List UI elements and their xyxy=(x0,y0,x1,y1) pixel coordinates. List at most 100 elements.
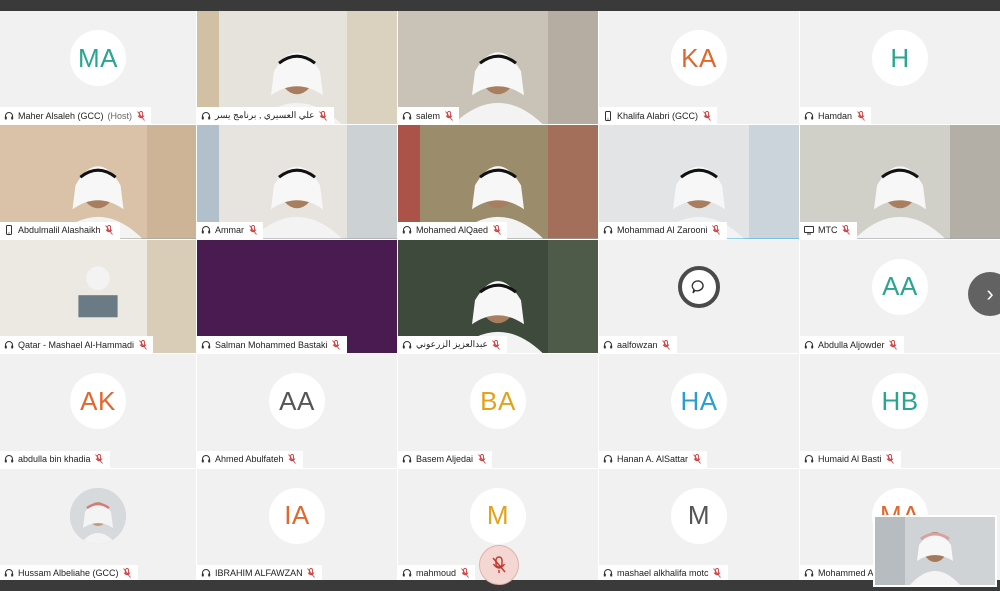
participant-name-label: Ahmed Abulfateh xyxy=(197,450,303,468)
participant-tile[interactable]: H Hamdan xyxy=(800,11,1000,125)
mic-muted-icon xyxy=(702,110,711,121)
headset-icon xyxy=(4,454,14,464)
headset-icon xyxy=(804,568,814,578)
headset-icon xyxy=(4,568,14,578)
mic-muted-icon xyxy=(492,225,501,236)
participant-tile[interactable]: MA Maher Alsaleh (GCC) (Host) xyxy=(0,11,196,125)
avatar-initials: KA xyxy=(671,30,727,86)
participant-name: Abdulmalil Alashaikh xyxy=(18,225,101,236)
participant-name: aalfowzan xyxy=(617,339,658,350)
participant-name: mahmoud xyxy=(416,568,457,579)
participant-tile[interactable]: HA Hanan A. AlSattar xyxy=(599,354,799,468)
mic-muted-icon xyxy=(136,110,145,121)
mic-muted-icon xyxy=(713,568,722,579)
participant-name-label: عبدالعزيز الزرعوني xyxy=(398,336,507,354)
headset-icon xyxy=(603,225,613,235)
participant-name-label: Humaid Al Basti xyxy=(800,450,901,468)
participant-tile[interactable]: Qatar - Mashael Al-Hammadi xyxy=(0,239,196,354)
mute-toggle-button[interactable] xyxy=(479,545,519,585)
participant-tile[interactable]: AK abdulla bin khadia xyxy=(0,354,196,468)
participant-tile[interactable]: HB Humaid Al Basti xyxy=(800,354,1000,468)
participant-name: salem xyxy=(416,110,441,121)
avatar-initials: IA xyxy=(269,487,325,544)
phone-icon xyxy=(4,225,14,236)
participant-tile[interactable]: Salman Mohammed Bastaki xyxy=(197,239,397,354)
participant-name-label: aalfowzan xyxy=(599,336,677,354)
mic-muted-icon xyxy=(123,568,132,579)
participant-name-label: Hamdan xyxy=(800,107,872,125)
mic-muted-icon xyxy=(889,339,898,350)
headset-icon xyxy=(402,111,412,121)
chevron-right-icon: › xyxy=(986,281,994,306)
avatar-initials: MA xyxy=(70,30,126,86)
participant-name-label: salem xyxy=(398,107,460,125)
participant-tile[interactable]: BA Basem Aljedai xyxy=(398,354,598,468)
self-view-scene xyxy=(875,517,995,585)
headset-icon xyxy=(603,568,613,578)
participant-name: IBRAHIM ALFAWZAN xyxy=(215,568,303,579)
participant-tile[interactable]: Mohamed AlQaed xyxy=(398,125,598,239)
participant-name: mashael alkhalifa motc xyxy=(617,568,709,579)
participant-tile[interactable]: عبدالعزيز الزرعوني xyxy=(398,239,598,354)
participant-tile[interactable]: Mohammad Al Zarooni xyxy=(599,125,799,239)
participant-name: Salman Mohammed Bastaki xyxy=(215,339,328,350)
participant-tile[interactable]: MTC xyxy=(800,125,1000,239)
participant-grid: MA Maher Alsaleh (GCC) (Host) علي العسيري ,… xyxy=(0,11,1000,582)
monitor-icon xyxy=(804,225,814,235)
participant-name-label: Hanan A. AlSattar xyxy=(599,450,708,468)
participant-tile[interactable]: Ammar xyxy=(197,125,397,239)
mic-muted-icon xyxy=(492,339,501,350)
participant-tile[interactable]: Hussam Albeliahe (GCC) xyxy=(0,468,196,582)
avatar-initials: BA xyxy=(470,373,526,430)
participant-tile[interactable]: Mmashael alkhalifa motc xyxy=(599,468,799,582)
participant-name: Abdulla Aljowder xyxy=(818,339,885,350)
mic-muted-icon xyxy=(662,339,671,350)
participant-name: Mohammed A xyxy=(818,568,874,579)
participant-name: Mohamed AlQaed xyxy=(416,225,489,236)
mic-muted-icon xyxy=(842,225,851,236)
host-badge: (Host) xyxy=(107,110,133,121)
headset-icon xyxy=(201,454,211,464)
participant-name: Ammar xyxy=(215,225,244,236)
participant-tile[interactable]: aalfowzan xyxy=(599,239,799,354)
participant-name-label: Qatar - Mashael Al-Hammadi xyxy=(0,336,154,354)
participant-name: MTC xyxy=(818,225,838,236)
mic-muted-icon xyxy=(712,225,721,236)
mic-muted-icon xyxy=(856,110,865,121)
participant-tile[interactable]: salem xyxy=(398,11,598,125)
mic-off-icon xyxy=(492,556,506,573)
headset-icon xyxy=(402,454,412,464)
speech-bubble-icon xyxy=(678,265,720,308)
avatar-initials: AK xyxy=(70,373,126,430)
self-view-video[interactable] xyxy=(873,515,997,587)
participant-name-label: Khalifa Alabri (GCC) xyxy=(599,107,718,125)
headset-icon xyxy=(402,340,412,350)
headset-icon xyxy=(804,111,814,121)
headset-icon xyxy=(201,568,211,578)
mic-muted-icon xyxy=(248,225,257,236)
participant-name-label: Abdulla Aljowder xyxy=(800,336,904,354)
mic-muted-icon xyxy=(692,454,701,464)
avatar-initials: M xyxy=(671,487,727,544)
participant-name-label: Salman Mohammed Bastaki xyxy=(197,336,347,354)
participant-tile[interactable]: Abdulmalil Alashaikh xyxy=(0,125,196,239)
avatar-initials: HA xyxy=(671,373,727,430)
participant-tile[interactable]: علي العسيري , برنامج يسر xyxy=(197,11,397,125)
participant-tile[interactable]: IA IBRAHIM ALFAWZAN xyxy=(197,468,397,582)
participant-tile[interactable]: KA Khalifa Alabri (GCC) xyxy=(599,11,799,125)
participant-name: Basem Aljedai xyxy=(416,454,474,465)
participant-tile[interactable]: AA Ahmed Abulfateh xyxy=(197,354,397,468)
top-bar xyxy=(0,0,1000,11)
avatar-initials: AA xyxy=(872,258,928,315)
headset-icon xyxy=(402,568,412,578)
avatar-initials: H xyxy=(872,30,928,86)
avatar-initials: AA xyxy=(269,373,325,430)
participant-name: علي العسيري , برنامج يسر xyxy=(215,110,315,121)
headset-icon xyxy=(4,340,14,350)
participant-name: Khalifa Alabri (GCC) xyxy=(617,110,699,121)
mic-muted-icon xyxy=(332,339,341,350)
mic-muted-icon xyxy=(105,225,114,236)
participant-name: Mohammad Al Zarooni xyxy=(617,225,708,236)
mic-muted-icon xyxy=(460,568,469,579)
participant-name: Maher Alsaleh (GCC) xyxy=(18,110,104,121)
